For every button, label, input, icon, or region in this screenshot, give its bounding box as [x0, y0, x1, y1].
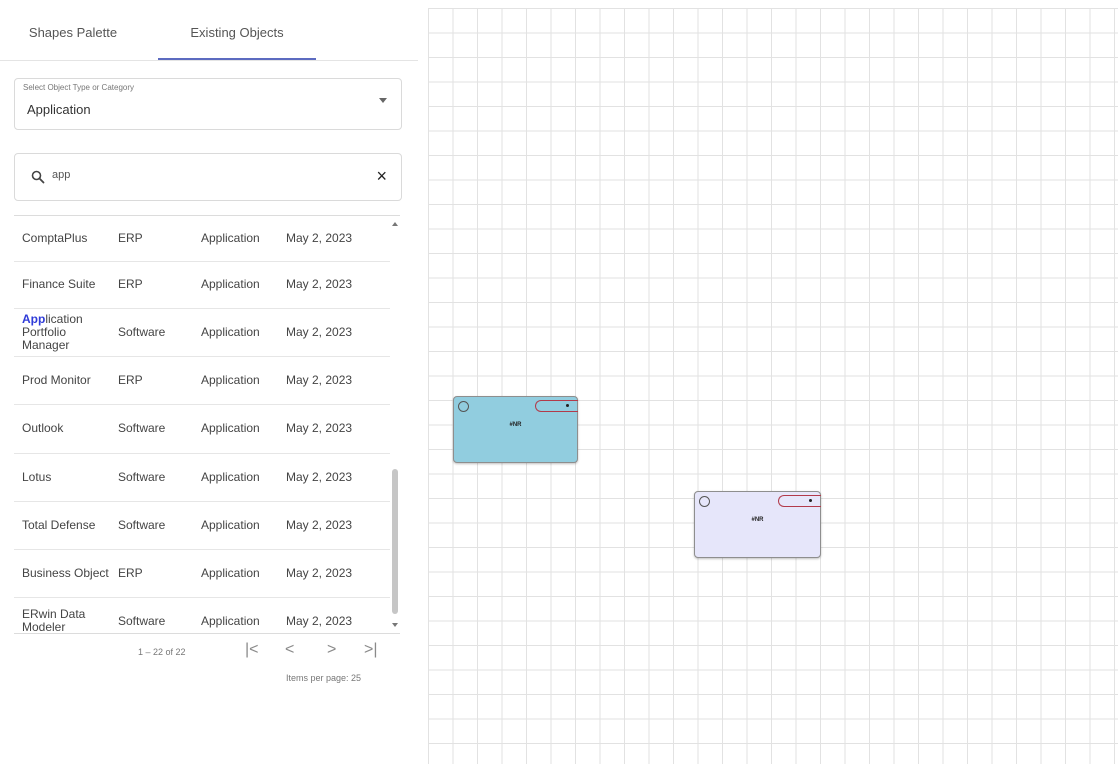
item-date: May 2, 2023: [286, 565, 353, 580]
list-item[interactable]: Application Portfolio Manager Software A…: [14, 308, 390, 357]
item-name: Application Portfolio Manager: [22, 308, 114, 356]
item-name: ComptaPlus: [22, 231, 88, 245]
tab-bar: Shapes Palette Existing Objects: [0, 8, 418, 61]
item-category: Software: [118, 421, 166, 435]
item-date: May 2, 2023: [286, 231, 353, 245]
active-tab-indicator: [158, 58, 316, 60]
node-label: #NR: [509, 422, 522, 428]
list-item[interactable]: Business Object ERP Application May 2, 2…: [14, 549, 390, 598]
item-date: May 2, 2023: [286, 613, 353, 628]
list-item[interactable]: Outlook Software Application May 2, 2023: [14, 404, 390, 454]
item-type: Application: [201, 613, 260, 628]
item-type: Application: [201, 565, 260, 580]
item-name: ERwin Data Modeler: [22, 607, 86, 634]
next-page-button[interactable]: >: [327, 641, 336, 659]
search-input[interactable]: app: [52, 169, 70, 181]
node-label: #NR: [751, 517, 764, 523]
item-category: Software: [118, 324, 166, 339]
list-item[interactable]: ComptaPlus ERP Application May 2, 2023: [14, 216, 390, 262]
item-type: Application: [201, 469, 260, 484]
search-match-highlight: App: [22, 311, 46, 326]
diagram-canvas[interactable]: #NR #NR: [428, 8, 1118, 764]
item-date: May 2, 2023: [286, 372, 353, 387]
dropdown-arrow-icon[interactable]: [379, 98, 387, 103]
scroll-down-arrow-icon[interactable]: [392, 623, 398, 627]
object-type-select[interactable]: Select Object Type or Category Applicati…: [14, 78, 402, 130]
item-date: May 2, 2023: [286, 517, 353, 532]
node-type-icon: [699, 496, 710, 507]
item-category: ERP: [118, 372, 143, 387]
pagination-range: 1 – 22 of 22: [138, 647, 186, 657]
tab-existing-objects[interactable]: Existing Objects: [158, 8, 316, 58]
list-item[interactable]: ERwin Data Modeler Software Application …: [14, 597, 390, 634]
scroll-up-arrow-icon[interactable]: [392, 222, 398, 226]
item-name: Prod Monitor: [22, 372, 91, 387]
item-name: Outlook: [22, 421, 64, 435]
item-category: ERP: [118, 565, 143, 580]
item-category: Software: [118, 469, 166, 484]
diagram-node[interactable]: #NR: [694, 491, 821, 558]
item-category: ERP: [118, 231, 143, 245]
item-category: ERP: [118, 277, 143, 291]
scrollbar-thumb[interactable]: [392, 469, 398, 614]
item-date: May 2, 2023: [286, 421, 353, 435]
item-type: Application: [201, 231, 260, 245]
list-item[interactable]: Finance Suite ERP Application May 2, 202…: [14, 261, 390, 309]
previous-page-button[interactable]: <: [285, 641, 294, 659]
node-action-pill[interactable]: [535, 400, 578, 412]
node-dot-icon: [566, 404, 569, 407]
node-action-pill[interactable]: [778, 495, 821, 507]
item-category: Software: [118, 517, 166, 532]
list-item[interactable]: Total Defense Software Application May 2…: [14, 501, 390, 550]
item-name: Finance Suite: [22, 277, 96, 291]
list-item[interactable]: Prod Monitor ERP Application May 2, 2023: [14, 356, 390, 405]
object-type-select-label: Select Object Type or Category: [23, 83, 135, 92]
tab-shapes-palette[interactable]: Shapes Palette: [10, 8, 136, 58]
node-dot-icon: [809, 499, 812, 502]
item-category: Software: [118, 613, 166, 628]
item-date: May 2, 2023: [286, 324, 353, 339]
object-type-select-value: Application: [27, 102, 91, 117]
diagram-node[interactable]: #NR: [453, 396, 578, 463]
node-type-icon: [458, 401, 469, 412]
search-field[interactable]: app ×: [14, 153, 402, 201]
item-type: Application: [201, 372, 260, 387]
item-type: Application: [201, 421, 260, 435]
list-item[interactable]: Lotus Software Application May 2, 2023: [14, 453, 390, 502]
first-page-button[interactable]: |<: [245, 641, 259, 659]
item-date: May 2, 2023: [286, 469, 353, 484]
clear-search-icon[interactable]: ×: [376, 166, 387, 186]
item-name: Total Defense: [22, 517, 96, 532]
items-per-page[interactable]: Items per page: 25: [286, 673, 361, 683]
item-name: Lotus: [22, 469, 52, 484]
item-name: Business Object: [22, 565, 109, 580]
search-icon: [31, 170, 45, 184]
item-type: Application: [201, 277, 260, 291]
item-date: May 2, 2023: [286, 277, 353, 291]
results-list: ComptaPlus ERP Application May 2, 2023 F…: [14, 215, 400, 634]
item-type: Application: [201, 517, 260, 532]
item-type: Application: [201, 324, 260, 339]
existing-objects-panel: Shapes Palette Existing Objects Select O…: [0, 0, 418, 764]
list-scrollbar[interactable]: [391, 219, 399, 630]
last-page-button[interactable]: >|: [364, 641, 378, 659]
